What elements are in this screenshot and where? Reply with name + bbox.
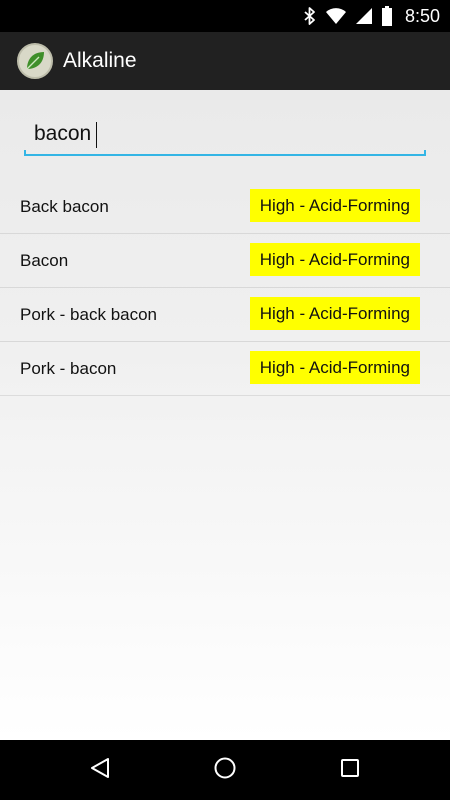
- results-list: Back bacon High - Acid-Forming Bacon Hig…: [0, 180, 450, 396]
- home-button[interactable]: [195, 740, 255, 800]
- bluetooth-icon: [303, 7, 317, 25]
- recents-button[interactable]: [320, 740, 380, 800]
- acidity-badge: High - Acid-Forming: [249, 243, 420, 276]
- recents-icon: [338, 756, 362, 785]
- wifi-icon: [325, 7, 347, 25]
- leaf-icon[interactable]: [17, 43, 53, 79]
- app-bar: Alkaline: [0, 32, 450, 90]
- status-icons: 8:50: [303, 0, 440, 32]
- search-input[interactable]: [24, 112, 426, 156]
- back-icon: [88, 756, 112, 785]
- main-content: Back bacon High - Acid-Forming Bacon Hig…: [0, 90, 450, 740]
- acidity-badge: High - Acid-Forming: [249, 297, 420, 330]
- home-icon: [213, 756, 237, 785]
- signal-icon: [355, 7, 373, 25]
- food-name: Bacon: [20, 251, 69, 270]
- food-name: Back bacon: [20, 197, 109, 216]
- back-button[interactable]: [70, 740, 130, 800]
- status-bar: 8:50: [0, 0, 450, 32]
- search-field[interactable]: [24, 112, 426, 158]
- search-underline: [24, 150, 426, 156]
- app-title: Alkaline: [63, 49, 137, 72]
- list-item[interactable]: Bacon High - Acid-Forming: [0, 234, 450, 288]
- status-time: 8:50: [404, 5, 440, 26]
- text-cursor: [96, 122, 97, 148]
- list-item[interactable]: Back bacon High - Acid-Forming: [0, 180, 450, 234]
- battery-icon: [381, 6, 393, 26]
- list-item[interactable]: Pork - bacon High - Acid-Forming: [0, 342, 450, 396]
- food-name: Pork - back bacon: [20, 305, 158, 324]
- acidity-badge: High - Acid-Forming: [249, 351, 420, 384]
- acidity-badge: High - Acid-Forming: [249, 189, 420, 222]
- navigation-bar: [0, 740, 450, 800]
- list-item[interactable]: Pork - back bacon High - Acid-Forming: [0, 288, 450, 342]
- food-name: Pork - bacon: [20, 359, 117, 378]
